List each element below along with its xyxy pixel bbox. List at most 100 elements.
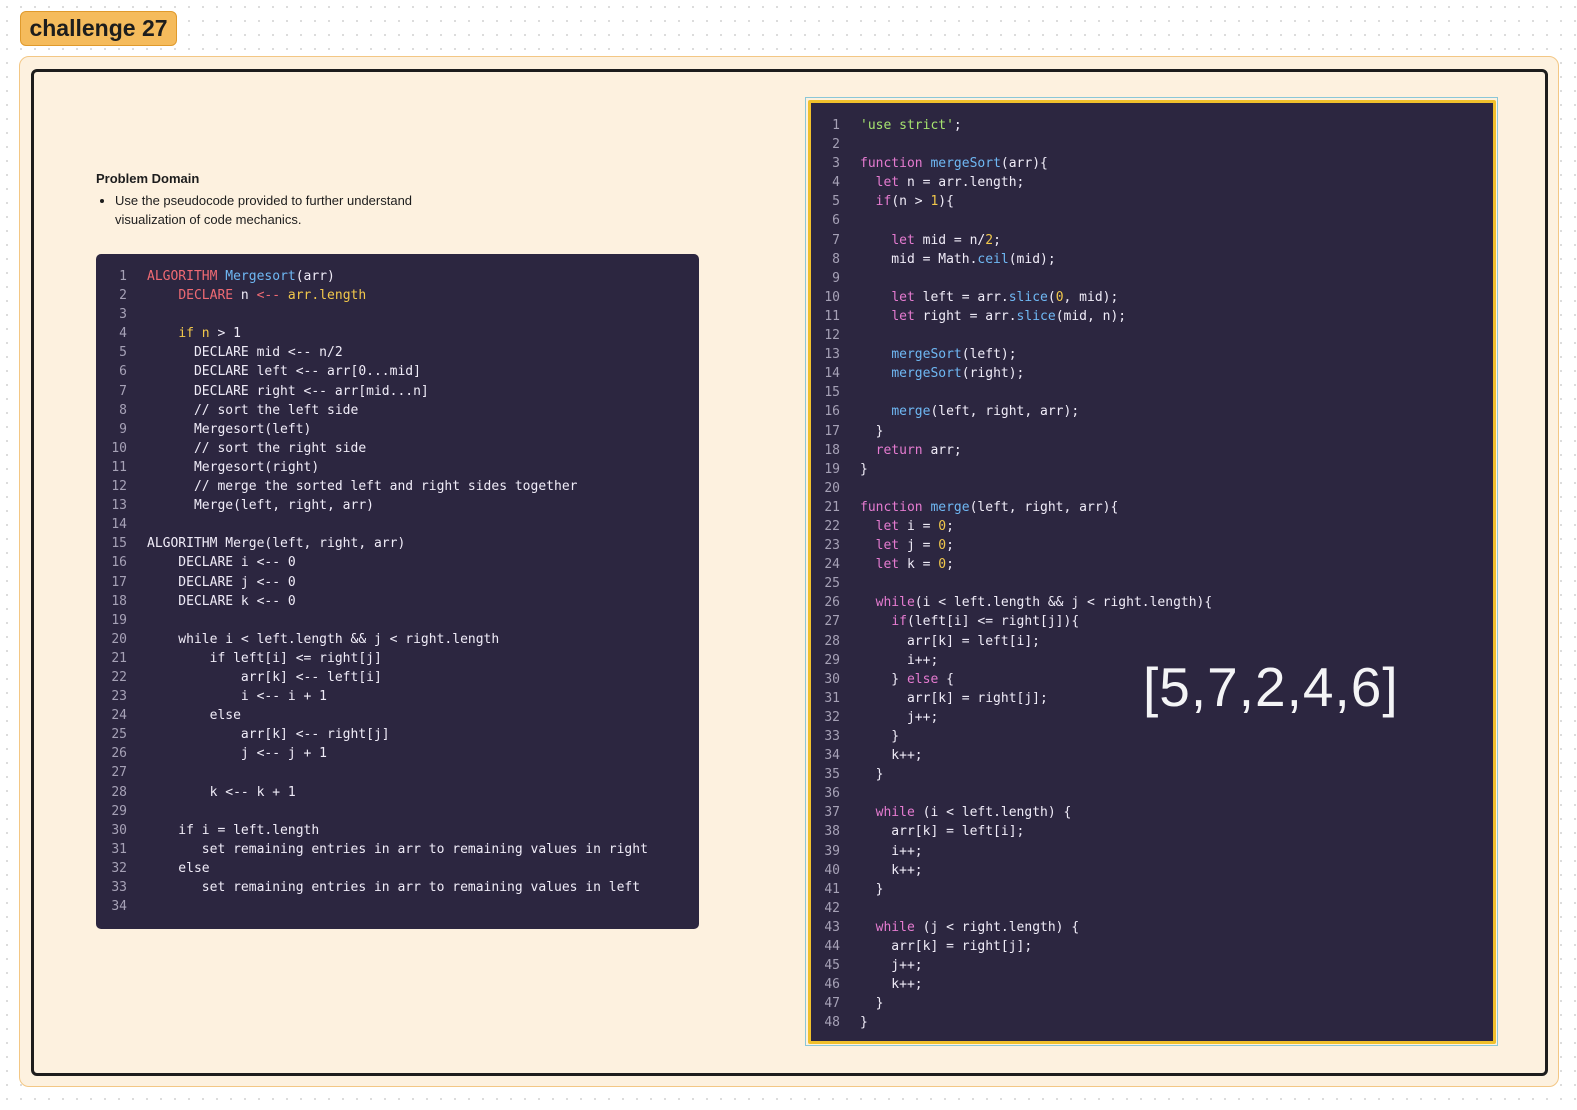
code-text: let k = 0; [875,557,954,573]
line-number: 10 [824,289,840,305]
pseudocode-line: 12 // merge the sorted left and right si… [96,477,699,496]
code-text: set remaining entries in arr to remainin… [147,841,648,857]
pseudocode-line: 16 DECLARE i <-- 0 [96,553,699,572]
javascript-line: 36 [811,784,1493,803]
javascript-line: 4 let n = arr.length; [811,173,1493,192]
line-number: 16 [111,555,127,571]
line-number: 47 [824,996,840,1012]
pseudocode-line: 1 ALGORITHM Mergesort(arr) [96,267,699,286]
line-number: 26 [824,595,840,611]
javascript-line: 10 let left = arr.slice(0, mid); [811,288,1493,307]
javascript-line: 7 let mid = n/2; [811,231,1493,250]
javascript-line: 23 let j = 0; [811,536,1493,555]
pseudocode-line: 21 if left[i] <= right[j] [96,649,699,668]
code-text: DECLARE left <-- arr[0...mid] [147,364,421,380]
line-number: 9 [119,421,127,437]
line-number: 19 [111,612,127,628]
code-text: let right = arr.slice(mid, n); [891,308,1127,324]
line-number: 40 [824,862,840,878]
line-number: 11 [824,308,840,324]
code-text: DECLARE n <-- arr.length [178,288,367,304]
line-number: 30 [111,822,127,838]
line-number: 12 [111,479,127,495]
code-text: set remaining entries in arr to remainin… [147,880,641,895]
javascript-line: 20 [811,479,1493,498]
javascript-line: 1 'use strict'; [811,116,1493,135]
line-number: 5 [119,345,127,361]
line-number: 42 [824,900,840,916]
pseudocode-line: 17 DECLARE j <-- 0 [96,573,699,592]
pseudocode-line: 2 DECLARE n <-- arr.length [96,286,699,305]
line-number: 33 [111,880,127,895]
javascript-line: 24 let k = 0; [811,555,1493,574]
code-text: j++; [860,958,923,974]
line-number: 43 [824,919,840,935]
code-text: return arr; [875,442,962,458]
code-text: else [147,708,241,724]
pseudocode-block[interactable]: 1 ALGORITHM Mergesort(arr) 2 DECLARE n <--… [96,254,699,929]
code-text: if(n > 1){ [875,194,954,210]
code-text: } [860,996,884,1012]
code-text: let j = 0; [875,538,954,554]
code-text: while (i < left.length) { [875,805,1072,821]
code-text: mergeSort(right); [891,366,1025,382]
array-label[interactable]: [5,7,2,4,6] [1143,656,1495,718]
code-text: Mergesort(left) [147,421,312,437]
line-number: 30 [824,671,840,687]
code-text: DECLARE j <-- 0 [147,574,296,590]
javascript-line: 19} [811,460,1493,479]
code-text: k <-- k + 1 [147,784,296,800]
code-text: i++; [860,843,923,859]
line-number: 31 [111,841,127,857]
line-number: 1 [832,118,840,133]
pseudocode-line: 29 [96,802,699,821]
code-text: while (j < right.length) { [875,919,1080,935]
line-number: 8 [119,402,127,418]
pseudocode-lines: 1 ALGORITHM Mergesort(arr) 2 DECLARE n <--… [96,267,699,916]
pseudocode-line: 19 [96,611,699,630]
line-number: 37 [824,805,840,821]
line-number: 25 [111,727,127,743]
pseudocode-line: 15 ALGORITHM Merge(left, right, arr) [96,534,699,553]
line-number: 32 [111,860,127,876]
javascript-line: 45 j++; [811,956,1493,975]
line-number: 46 [824,977,840,993]
pseudocode-line: 14 [96,515,699,534]
line-number: 36 [824,786,840,802]
line-number: 7 [119,383,127,399]
problem-bullet-list: Use the pseudocode provided to further u… [96,191,476,229]
code-text: k++; [860,748,923,764]
javascript-line: 26 while(i < left.length && j < right.le… [811,593,1493,612]
javascript-line: 43 while (j < right.length) { [811,918,1493,937]
javascript-code-lines: 1'use strict'; 2 3 function mergeSort(arr){… [811,116,1493,1033]
line-number: 28 [111,784,127,800]
line-number: 28 [824,633,840,649]
section-title-tag[interactable]: challenge 27 [20,11,177,46]
javascript-line: 15 [811,383,1493,402]
line-number: 4 [119,326,127,342]
code-text: let left = arr.slice(0, mid); [891,289,1119,305]
line-number: 18 [824,442,840,458]
line-number: 45 [824,958,840,974]
code-text: let mid = n/2; [891,232,1001,248]
pseudocode-line: 24 else [96,706,699,725]
line-number: 7 [832,232,840,248]
javascript-code-block[interactable]: 1'use strict'; 2 3 function mergeSort(arr){… [808,100,1496,1044]
code-text: if n > 1 [178,326,241,342]
pseudocode-line: 32 else [96,859,699,878]
line-number: 27 [824,614,840,630]
code-text: arr[k] <-- right[j] [147,727,390,743]
line-number: 8 [832,251,840,267]
code-text: ALGORITHM Mergesort(arr) [147,269,335,284]
line-number: 27 [111,765,127,781]
pseudocode-line: 28 k <-- k + 1 [96,783,699,802]
pseudocode-line: 30 if i = left.length [96,821,699,840]
code-text: // sort the right side [147,440,367,456]
